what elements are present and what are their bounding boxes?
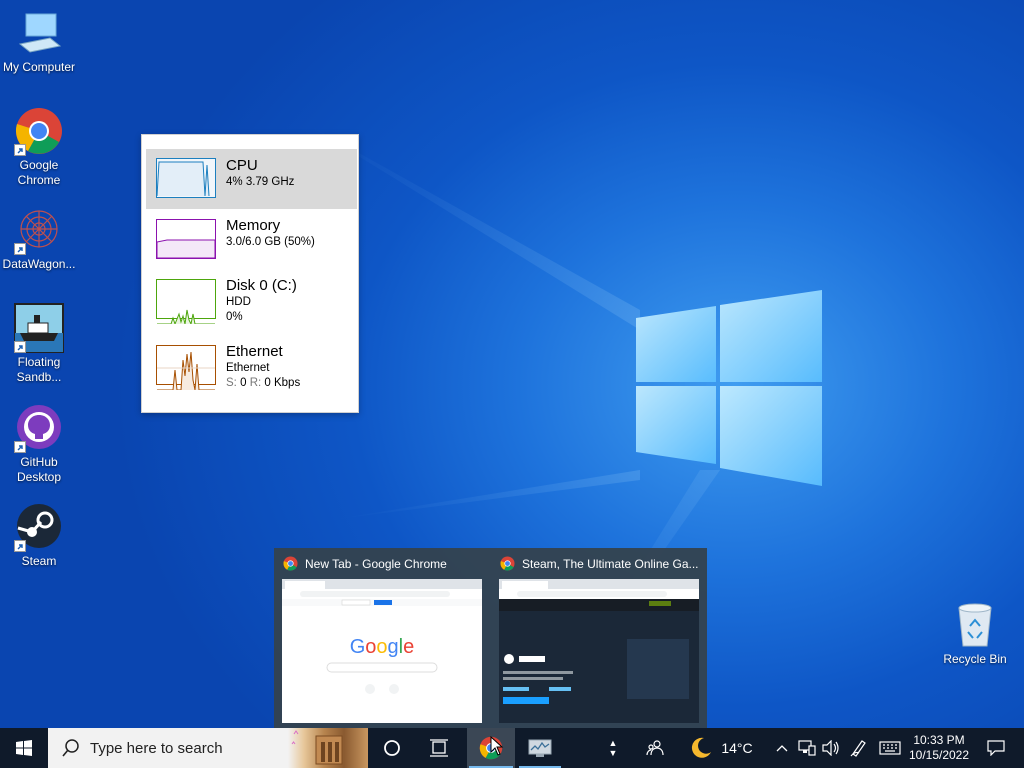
windows-wallpaper-logo — [636, 290, 822, 486]
computer-icon — [14, 8, 64, 58]
perf-item-disk[interactable]: Disk 0 (C:) HDD 0% — [146, 269, 357, 329]
clock-date: 10/15/2022 — [908, 748, 970, 762]
disk-graph — [156, 279, 216, 326]
search-box[interactable]: Type here to search — [48, 728, 368, 768]
thumbnail-new-tab[interactable]: New Tab - Google Chrome Google — [274, 548, 490, 730]
desktop-icon-google-chrome[interactable]: Google Chrome — [0, 106, 78, 188]
taskbar-chrome[interactable] — [467, 728, 515, 768]
weather-temp: 14°C — [721, 740, 753, 756]
network-button[interactable] — [795, 728, 819, 768]
chrome-icon — [283, 556, 298, 571]
shortcut-arrow-icon — [14, 540, 26, 552]
chevron-down-icon[interactable]: ▼ — [609, 748, 618, 758]
volume-icon — [822, 740, 839, 756]
memory-graph — [156, 219, 216, 259]
action-center-button[interactable] — [976, 728, 1016, 768]
search-icon — [62, 739, 79, 757]
shortcut-arrow-icon — [14, 243, 26, 255]
desktop-icon-recycle-bin[interactable]: Recycle Bin — [940, 602, 1010, 666]
perf-item-title: Memory — [226, 217, 281, 234]
github-icon — [14, 403, 64, 453]
desktop-icon-steam[interactable]: Steam — [0, 502, 78, 569]
perf-item-value: 0% — [226, 311, 243, 323]
perf-item-title: Disk 0 (C:) — [226, 277, 297, 294]
performance-monitor-icon — [528, 739, 552, 757]
search-highlight-image — [288, 728, 368, 768]
cortana-icon — [384, 740, 400, 756]
pen-icon — [850, 740, 866, 757]
chrome-icon — [14, 106, 64, 156]
desktop-icon-my-computer[interactable]: My Computer — [0, 8, 78, 75]
weather-widget[interactable]: 14°C — [686, 728, 756, 768]
notification-icon — [987, 740, 1005, 756]
desktop-icon-label: Google Chrome — [17, 158, 61, 187]
desktop-icon-label: DataWagon... — [2, 257, 76, 271]
keyboard-icon — [879, 741, 901, 755]
perf-item-cpu[interactable]: CPU 4% 3.79 GHz — [146, 149, 357, 209]
desktop-icon-github-desktop[interactable]: GitHub Desktop — [0, 403, 78, 485]
ethernet-graph — [156, 345, 216, 391]
shortcut-arrow-icon — [14, 144, 26, 156]
perf-item-adapter: Ethernet — [226, 362, 270, 374]
touch-keyboard-button[interactable] — [876, 728, 904, 768]
desktop-icon-datawagon[interactable]: DataWagon... — [0, 205, 78, 272]
receive-label: R: — [249, 377, 262, 389]
shortcut-arrow-icon — [14, 341, 26, 353]
clock-time: 10:33 PM — [913, 733, 965, 747]
search-placeholder: Type here to search — [90, 739, 223, 757]
perf-item-title: CPU — [226, 157, 258, 174]
taskbar-thumbnail-preview: New Tab - Google Chrome Google Steam, Th… — [274, 548, 707, 730]
start-button[interactable] — [0, 728, 48, 768]
moon-icon — [692, 737, 712, 758]
show-hidden-icons-button[interactable] — [772, 728, 792, 768]
task-view-button[interactable] — [416, 728, 462, 768]
ship-icon — [14, 303, 64, 353]
thumbnail-image — [499, 579, 699, 723]
thumbnail-title: Steam, The Ultimate Online Ga... — [522, 556, 699, 571]
thumbnail-steam[interactable]: Steam, The Ultimate Online Ga... — [491, 548, 707, 730]
thumbnail-image: Google — [282, 579, 482, 723]
taskbar-scroll-control[interactable]: ▲ ▼ — [604, 728, 622, 768]
people-button[interactable] — [640, 728, 670, 768]
clock[interactable]: 10:33 PM 10/15/2022 — [906, 728, 972, 768]
mouse-cursor-icon — [490, 736, 504, 756]
send-value: 0 — [240, 377, 247, 389]
perf-item-title: Ethernet — [226, 343, 283, 360]
steam-icon — [14, 502, 64, 552]
svg-text:Google: Google — [350, 636, 415, 658]
recycle-bin-icon — [953, 602, 997, 648]
cortana-button[interactable] — [370, 728, 414, 768]
perf-item-type: HDD — [226, 296, 251, 308]
perf-item-value: S: 0 R: 0 Kbps — [226, 376, 300, 391]
receive-value: 0 Kbps — [264, 377, 301, 389]
performance-popup: CPU 4% 3.79 GHz Memory 3.0/6.0 GB (50%) … — [141, 134, 359, 413]
desktop-icon-label: Steam — [21, 554, 57, 568]
task-view-icon — [430, 739, 448, 757]
perf-item-ethernet[interactable]: Ethernet Ethernet S: 0 R: 0 Kbps — [146, 335, 357, 395]
cpu-graph — [156, 158, 216, 198]
taskbar-performance-monitor[interactable] — [517, 728, 563, 768]
desktop-icon-label: Floating Sandb... — [16, 355, 62, 384]
windows-icon — [16, 740, 32, 756]
chrome-icon — [500, 556, 515, 571]
perf-item-memory[interactable]: Memory 3.0/6.0 GB (50%) — [146, 209, 357, 269]
recycle-bin-label: Recycle Bin — [943, 652, 1007, 666]
shortcut-arrow-icon — [14, 441, 26, 453]
desktop-icon-floating-sandbox[interactable]: Floating Sandb... — [0, 303, 78, 385]
chevron-up-icon[interactable]: ▲ — [609, 738, 618, 748]
pen-workspace-button[interactable] — [846, 728, 872, 768]
perf-item-value: 3.0/6.0 GB (50%) — [226, 236, 315, 248]
volume-button[interactable] — [820, 728, 842, 768]
taskbar: Type here to search ▲ ▼ 14°C 10:33 PM 10… — [0, 728, 1024, 768]
thumbnail-title: New Tab - Google Chrome — [305, 556, 447, 571]
send-label: S: — [226, 377, 237, 389]
network-icon — [798, 740, 816, 756]
desktop-icon-label: My Computer — [2, 60, 76, 74]
desktop-icon-label: GitHub Desktop — [16, 455, 62, 484]
people-icon — [646, 740, 664, 756]
perf-item-value: 4% 3.79 GHz — [226, 176, 295, 188]
datawagon-icon — [14, 205, 64, 255]
chevron-up-icon — [776, 745, 788, 752]
